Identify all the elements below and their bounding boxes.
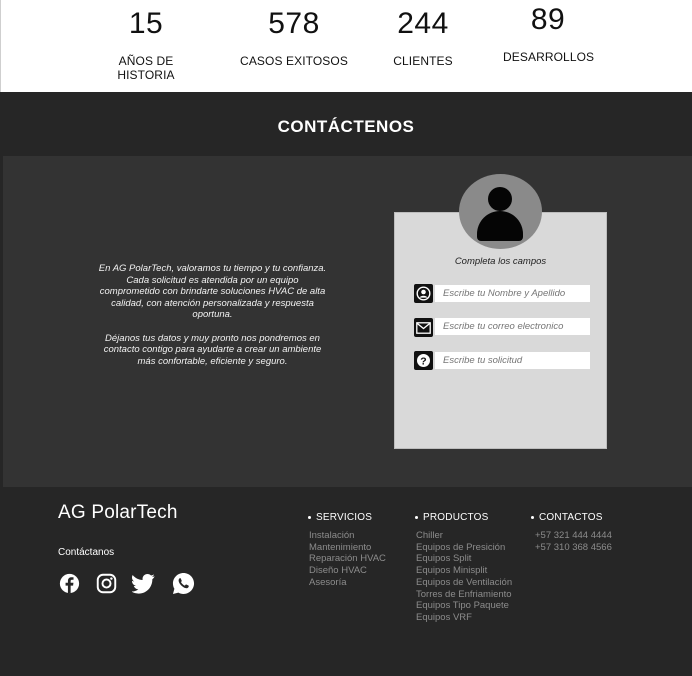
- services-heading: SERVICIOS: [308, 512, 386, 523]
- services-link[interactable]: Mantenimiento: [309, 542, 386, 554]
- stat-label: DESARROLLOS: [503, 50, 595, 64]
- products-link[interactable]: Equipos de Ventilación: [416, 577, 512, 589]
- contact-phone[interactable]: +57 310 368 4566: [535, 542, 612, 554]
- whatsapp-icon[interactable]: [172, 572, 195, 595]
- user-icon: [414, 284, 433, 303]
- contact-description: En AG PolarTech, valoramos tu tiempo y t…: [96, 263, 329, 367]
- user-avatar-icon: [459, 174, 542, 249]
- instagram-icon[interactable]: [95, 572, 118, 595]
- question-icon: ?: [414, 351, 433, 370]
- form-subtitle: Completa los campos: [454, 256, 547, 267]
- request-field[interactable]: [435, 352, 590, 369]
- stat-number: 15: [128, 7, 164, 40]
- contact-paragraph-2: Déjanos tus datos y muy pronto nos pondr…: [103, 332, 322, 367]
- stat-number: 244: [397, 7, 449, 40]
- footer-services-column: SERVICIOS Instalación Mantenimiento Repa…: [308, 512, 386, 589]
- mail-icon: [414, 318, 433, 337]
- stats-section: 15 AÑOS DE HISTORIA 578 CASOS EXITOSOS 2…: [0, 0, 692, 92]
- facebook-icon[interactable]: [58, 572, 81, 595]
- contact-title: CONTÁCTENOS: [277, 117, 415, 136]
- stat-years: 15 AÑOS DE HISTORIA: [89, 7, 203, 82]
- contacts-heading-label: CONTACTOS: [539, 512, 603, 523]
- services-heading-label: SERVICIOS: [316, 512, 373, 523]
- products-link[interactable]: Torres de Enfriamiento: [416, 589, 512, 601]
- products-link[interactable]: Equipos VRF: [416, 612, 512, 624]
- contacts-heading: CONTACTOS: [531, 512, 612, 523]
- products-link[interactable]: Equipos Tipo Paquete: [416, 600, 512, 612]
- services-link[interactable]: Asesoría: [309, 577, 386, 589]
- footer-contacts-column: CONTACTOS +57 321 444 4444 +57 310 368 4…: [531, 512, 612, 553]
- email-field[interactable]: [435, 318, 590, 335]
- footer-brand: AG PolarTech: [58, 502, 178, 523]
- name-field[interactable]: [435, 285, 590, 302]
- footer-products-column: PRODUCTOS Chiller Equipos de Presición E…: [415, 512, 512, 624]
- stat-number: 89: [530, 3, 566, 36]
- svg-text:?: ?: [420, 355, 426, 367]
- stat-cases: 578 CASOS EXITOSOS: [239, 7, 349, 68]
- contact-paragraph-1: En AG PolarTech, valoramos tu tiempo y t…: [98, 263, 327, 320]
- products-list: Chiller Equipos de Presición Equipos Spl…: [416, 530, 512, 624]
- products-link[interactable]: Equipos Split: [416, 553, 512, 565]
- stat-label: CASOS EXITOSOS: [240, 54, 348, 68]
- products-link[interactable]: Chiller: [416, 530, 512, 542]
- contact-phone[interactable]: +57 321 444 4444: [535, 530, 612, 542]
- footer-contact-label: Contáctanos: [58, 547, 115, 558]
- products-link[interactable]: Equipos de Presición: [416, 542, 512, 554]
- stat-clients: 244 CLIENTES: [383, 7, 463, 68]
- services-link[interactable]: Diseño HVAC: [309, 565, 386, 577]
- stat-label: AÑOS DE HISTORIA: [117, 54, 175, 82]
- contacts-list: +57 321 444 4444 +57 310 368 4566: [535, 530, 612, 553]
- services-list: Instalación Mantenimiento Reparación HVA…: [309, 530, 386, 589]
- products-link[interactable]: Equipos Minisplit: [416, 565, 512, 577]
- products-heading-label: PRODUCTOS: [423, 512, 489, 523]
- products-heading: PRODUCTOS: [415, 512, 512, 523]
- stat-label: CLIENTES: [393, 54, 453, 68]
- stat-number: 578: [268, 7, 320, 40]
- services-link[interactable]: Instalación: [309, 530, 386, 542]
- twitter-icon[interactable]: [132, 572, 155, 595]
- services-link[interactable]: Reparación HVAC: [309, 553, 386, 565]
- stat-developments: 89 DESARROLLOS: [503, 3, 595, 64]
